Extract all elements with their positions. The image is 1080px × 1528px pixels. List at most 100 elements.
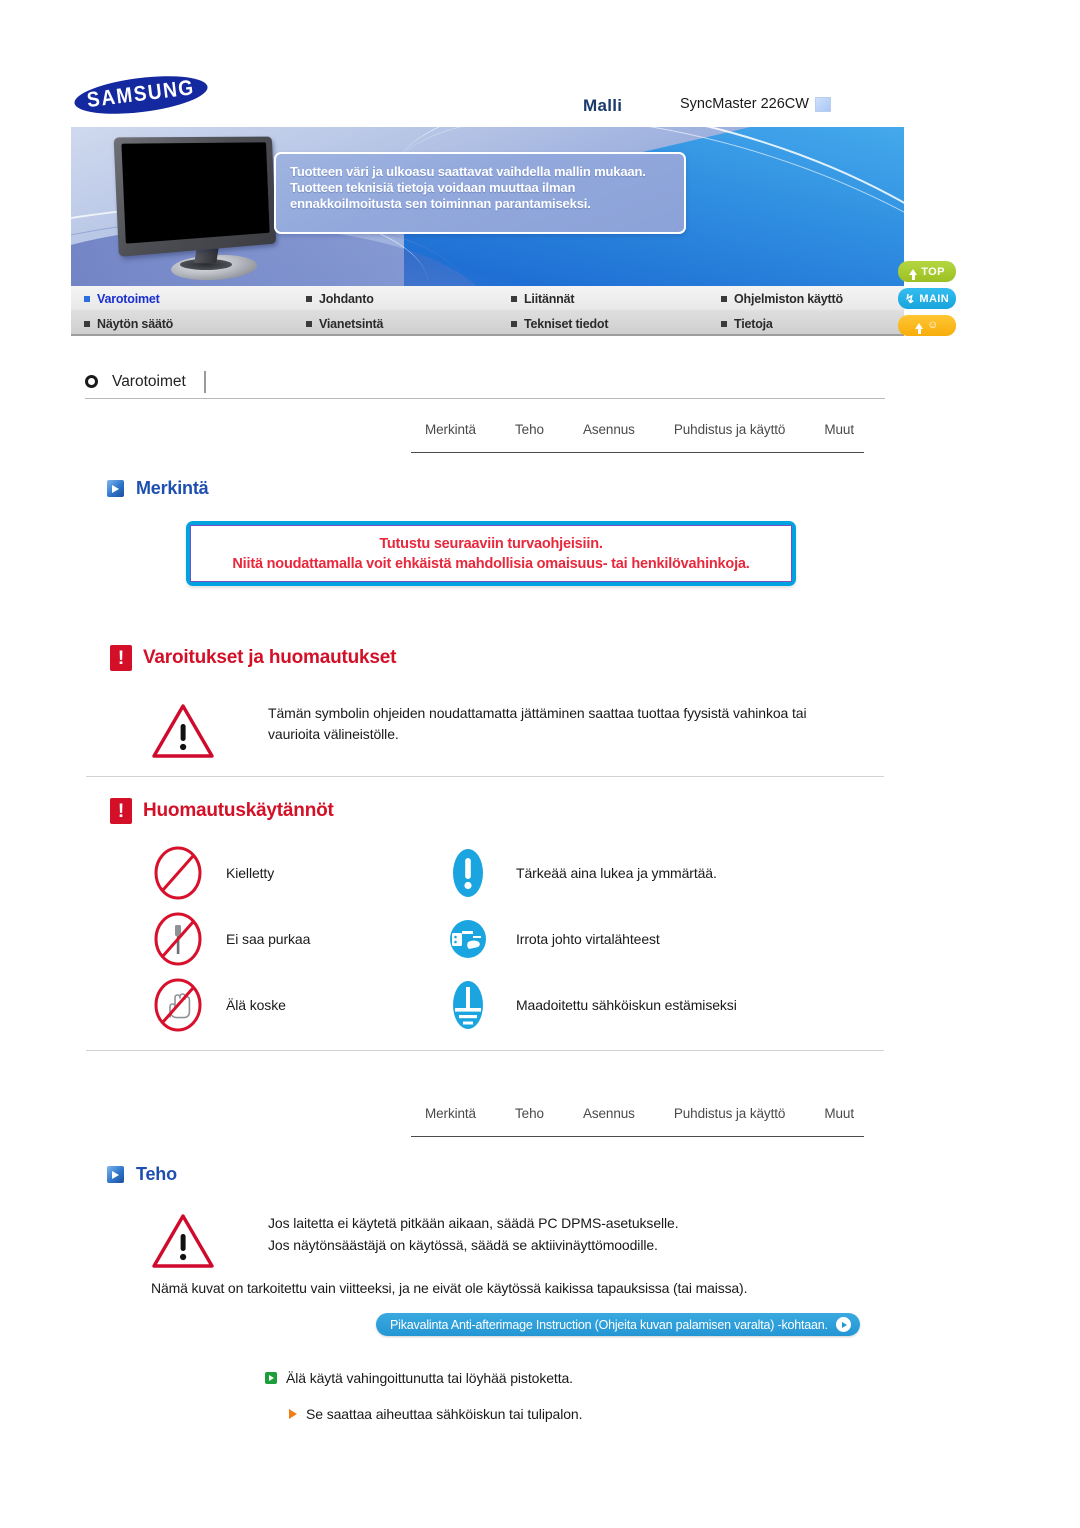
- model-label: Malli: [583, 96, 623, 115]
- top-button-label: TOP: [921, 265, 945, 278]
- safety-notice-line2: Niitä noudattamalla voit ehkäistä mahdol…: [232, 555, 750, 572]
- samsung-logo-text: SAMSUNG: [85, 76, 197, 113]
- model-value-group: SyncMaster 226CW: [680, 96, 831, 112]
- notice-item-no-disassemble: Ei saa purkaa: [150, 906, 440, 972]
- samsung-logo: SAMSUNG: [72, 69, 210, 121]
- green-play-square-icon: [265, 1372, 277, 1384]
- anti-afterimage-link-button[interactable]: Pikavalinta Anti-afterimage Instruction …: [376, 1313, 860, 1336]
- exclamation-square-icon: !: [110, 798, 132, 824]
- notice-item-ground: Maadoitettu sähköiskun estämiseksi: [440, 972, 880, 1038]
- teho-body: Jos laitetta ei käytetä pitkään aikaan, …: [268, 1213, 679, 1256]
- bullet-icon: [84, 295, 90, 302]
- warning-triangle-icon: [151, 702, 215, 760]
- warning-body-text: Tämän symbolin ohjeiden noudattamatta jä…: [268, 705, 807, 742]
- nav-item-label: Johdanto: [319, 291, 374, 306]
- tab-merkinta[interactable]: Merkintä: [425, 1106, 476, 1121]
- bullet-sub: Se saattaa aiheuttaa sähköiskun tai tuli…: [289, 1406, 582, 1422]
- arrow-up-icon: [915, 322, 924, 334]
- heading-varoitukset: ! Varoitukset ja huomautukset: [110, 645, 396, 671]
- nav-item-tietoja[interactable]: Tietoja: [708, 311, 904, 336]
- do-not-touch-icon: [150, 977, 206, 1033]
- exclamation-square-icon: !: [110, 645, 132, 671]
- product-banner: Tuotteen väri ja ulkoasu saattavat vaihd…: [71, 127, 904, 286]
- bullet-icon: [511, 320, 517, 327]
- nav-item-johdanto[interactable]: Johdanto: [293, 286, 498, 311]
- nav-item-label: Vianetsintä: [319, 316, 384, 331]
- nav-item-label: Näytön säätö: [97, 316, 174, 331]
- nav-row-1: Varotoimet Johdanto Liitännät Ohjelmisto…: [71, 286, 904, 311]
- top-button[interactable]: TOP: [898, 261, 956, 282]
- nav-item-vianetsinta[interactable]: Vianetsintä: [293, 311, 498, 336]
- model-value: SyncMaster 226CW: [680, 96, 809, 112]
- tab-asennus[interactable]: Asennus: [583, 1106, 635, 1121]
- ground-icon: [440, 977, 496, 1033]
- tab-puhdistus-ja-kaytto[interactable]: Puhdistus ja käyttö: [674, 422, 786, 437]
- monitor-product-image: [113, 136, 298, 283]
- page-header: SAMSUNG Malli SyncMaster 226CW: [0, 0, 1080, 130]
- notice-convention-grid: Kielletty Tärkeää aina lukea ja ymmärtää…: [150, 840, 880, 1038]
- nav-item-label: Varotoimet: [97, 291, 160, 306]
- product-notice-text: Tuotteen väri ja ulkoasu saattavat vaihd…: [290, 164, 646, 211]
- heading-teho-label: Teho: [136, 1164, 177, 1184]
- heading-merkinta: Merkintä: [107, 478, 209, 499]
- heading-teho: Teho: [107, 1164, 177, 1185]
- monitor-bezel: [113, 136, 277, 257]
- nav-item-label: Tietoja: [734, 316, 773, 331]
- ring-icon: [85, 375, 98, 388]
- tab-muut[interactable]: Muut: [824, 422, 854, 437]
- smile-icon: ☺: [927, 319, 939, 331]
- nav-item-label: Tekniset tiedot: [524, 316, 609, 331]
- product-notice-callout: Tuotteen väri ja ulkoasu saattavat vaihd…: [274, 152, 686, 234]
- divider-2: [86, 1050, 884, 1051]
- tab-merkinta[interactable]: Merkintä: [425, 422, 476, 437]
- bookmark-button[interactable]: ☺: [898, 315, 956, 336]
- nav-row-2: Näytön säätö Vianetsintä Tekniset tiedot…: [71, 311, 904, 336]
- section-tabs-top: Merkintä Teho Asennus Puhdistus ja käytt…: [411, 420, 864, 453]
- notice-item-label: Irrota johto virtalähteest: [516, 931, 660, 947]
- prohibited-icon: [150, 845, 206, 901]
- notice-item-label: Tärkeää aina lukea ja ymmärtää.: [516, 865, 717, 881]
- teho-note: Nämä kuvat on tarkoitettu vain viitteeks…: [151, 1280, 748, 1296]
- page-title: Varotoimet: [112, 370, 206, 393]
- orange-triangle-icon: [289, 1409, 297, 1419]
- play-square-icon: [107, 1166, 124, 1183]
- no-disassemble-icon: [150, 911, 206, 967]
- tab-teho[interactable]: Teho: [515, 422, 544, 437]
- nav-item-ohjelmiston-kaytto[interactable]: Ohjelmiston käyttö: [708, 286, 904, 311]
- teho-body-line1: Jos laitetta ei käytetä pitkään aikaan, …: [268, 1215, 679, 1231]
- teho-body-line2: Jos näytönsäästäjä on käytössä, säädä se…: [268, 1236, 658, 1253]
- color-swatch-icon: [814, 96, 831, 112]
- nav-item-label: Ohjelmiston käyttö: [734, 291, 843, 306]
- home-arrow-icon: ↯: [904, 291, 916, 306]
- nav-item-nayton-saato[interactable]: Näytön säätö: [71, 311, 293, 336]
- notice-item-label: Maadoitettu sähköiskun estämiseksi: [516, 997, 737, 1013]
- bullet-icon: [306, 320, 312, 327]
- tab-puhdistus-ja-kaytto[interactable]: Puhdistus ja käyttö: [674, 1106, 786, 1121]
- exclamation-circle-icon: [440, 845, 496, 901]
- notice-item-do-not-touch: Älä koske: [150, 972, 440, 1038]
- side-button-group: TOP ↯ MAIN ☺: [898, 261, 962, 342]
- heading-varoitukset-label: Varoitukset ja huomautukset: [143, 647, 397, 668]
- anti-afterimage-link-label: Pikavalinta Anti-afterimage Instruction …: [390, 1317, 828, 1332]
- monitor-screen: [121, 142, 270, 244]
- bullet-icon: [84, 320, 90, 327]
- tab-muut[interactable]: Muut: [824, 1106, 854, 1121]
- tab-teho[interactable]: Teho: [515, 1106, 544, 1121]
- tab-asennus[interactable]: Asennus: [583, 422, 635, 437]
- main-button-label: MAIN: [919, 292, 950, 305]
- unplug-icon: [440, 911, 496, 967]
- heading-huomautuskaytannot: ! Huomautuskäytännöt: [110, 798, 334, 824]
- play-circle-icon: [835, 1317, 851, 1332]
- safety-notice-box: Tutustu seuraaviin turvaohjeisiin. Niitä…: [186, 521, 796, 586]
- section-tabs-bottom: Merkintä Teho Asennus Puhdistus ja käytt…: [411, 1104, 864, 1137]
- bullet-main-label: Älä käytä vahingoittunutta tai löyhää pi…: [286, 1370, 573, 1386]
- bullet-icon: [511, 295, 517, 302]
- nav-item-liitannat[interactable]: Liitännät: [498, 286, 708, 311]
- play-square-icon: [107, 480, 124, 497]
- manual-page: SAMSUNG Malli SyncMaster 226CW Tuotteen …: [0, 0, 1080, 1528]
- main-button[interactable]: ↯ MAIN: [898, 288, 956, 309]
- notice-item-prohibited: Kielletty: [150, 840, 440, 906]
- nav-item-tekniset-tiedot[interactable]: Tekniset tiedot: [498, 311, 708, 336]
- main-navigation: Varotoimet Johdanto Liitännät Ohjelmisto…: [71, 286, 904, 336]
- nav-item-varotoimet[interactable]: Varotoimet: [71, 286, 293, 311]
